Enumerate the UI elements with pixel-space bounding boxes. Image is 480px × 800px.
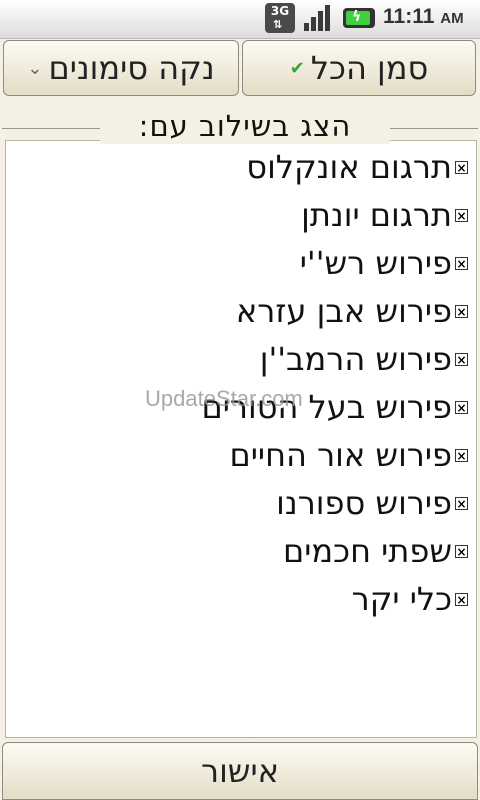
list-item-label: תרגום אונקלוס xyxy=(246,148,452,186)
options-list[interactable]: × תרגום אונקלוס × תרגום יונתן × פירוש רש… xyxy=(5,140,477,738)
network-type: 3G xyxy=(270,4,290,18)
select-all-label: סמן הכל xyxy=(310,49,429,87)
list-item[interactable]: × תרגום אונקלוס xyxy=(246,143,468,191)
checkbox[interactable]: × xyxy=(455,256,468,270)
list-item[interactable]: × פירוש הרמב''ן xyxy=(260,335,468,383)
confirm-button[interactable]: אישור xyxy=(2,742,478,800)
checkbox[interactable]: × xyxy=(455,544,468,558)
list-item-label: פירוש ספורנו xyxy=(276,484,452,522)
watermark: UpdateStar.com xyxy=(145,386,303,411)
list-item[interactable]: × פירוש אור החיים xyxy=(230,431,468,479)
checkbox[interactable]: × xyxy=(455,592,468,606)
list-item[interactable]: × פירוש רש''י xyxy=(300,239,468,287)
chevron-down-icon: ⌄ xyxy=(27,57,43,79)
clear-marks-label: נקה סימונים xyxy=(48,49,215,87)
list-item-label: תרגום יונתן xyxy=(301,196,452,234)
list-item[interactable]: × כלי יקר xyxy=(352,575,468,623)
charging-battery-icon: ϟ xyxy=(343,8,375,28)
checkbox[interactable]: × xyxy=(455,448,468,462)
status-bar: 3G ⇅ ϟ 11:11 AM xyxy=(0,0,480,39)
checkbox[interactable]: × xyxy=(455,496,468,510)
clear-marks-button[interactable]: נקה סימונים ⌄ xyxy=(3,40,239,96)
checkbox[interactable]: × xyxy=(455,304,468,318)
list-item[interactable]: × שפתי חכמים xyxy=(283,527,468,575)
list-item-label: פירוש הרמב''ן xyxy=(259,340,452,378)
clock-time: 11:11 xyxy=(383,5,435,28)
list-item-label: פירוש אבן עזרא xyxy=(235,292,452,330)
checkbox[interactable]: × xyxy=(455,208,468,222)
list-item-label: פירוש אור החיים xyxy=(229,436,452,474)
checkbox[interactable]: × xyxy=(455,400,468,414)
list-item-label: כלי יקר xyxy=(351,580,452,618)
list-item[interactable]: × פירוש ספורנו xyxy=(276,479,468,527)
signal-strength-icon xyxy=(302,3,334,33)
checkbox[interactable]: × xyxy=(455,352,468,366)
list-item[interactable]: × פירוש אבן עזרא xyxy=(236,287,468,335)
clock: 11:11 AM xyxy=(383,5,464,29)
clock-ampm: AM xyxy=(440,10,464,27)
confirm-label: אישור xyxy=(201,752,279,790)
network-3g-icon: 3G ⇅ xyxy=(265,3,295,33)
checkbox[interactable]: × xyxy=(455,160,468,174)
list-item-label: שפתי חכמים xyxy=(283,532,452,570)
list-item[interactable]: × תרגום יונתן xyxy=(301,191,468,239)
checkmark-icon: ✔ xyxy=(289,57,305,79)
select-all-button[interactable]: סמן הכל ✔ xyxy=(242,40,476,96)
group-label: הצג בשילוב עם: xyxy=(100,108,390,144)
list-item-label: פירוש רש''י xyxy=(299,244,452,282)
data-arrows-icon: ⇅ xyxy=(273,18,283,31)
